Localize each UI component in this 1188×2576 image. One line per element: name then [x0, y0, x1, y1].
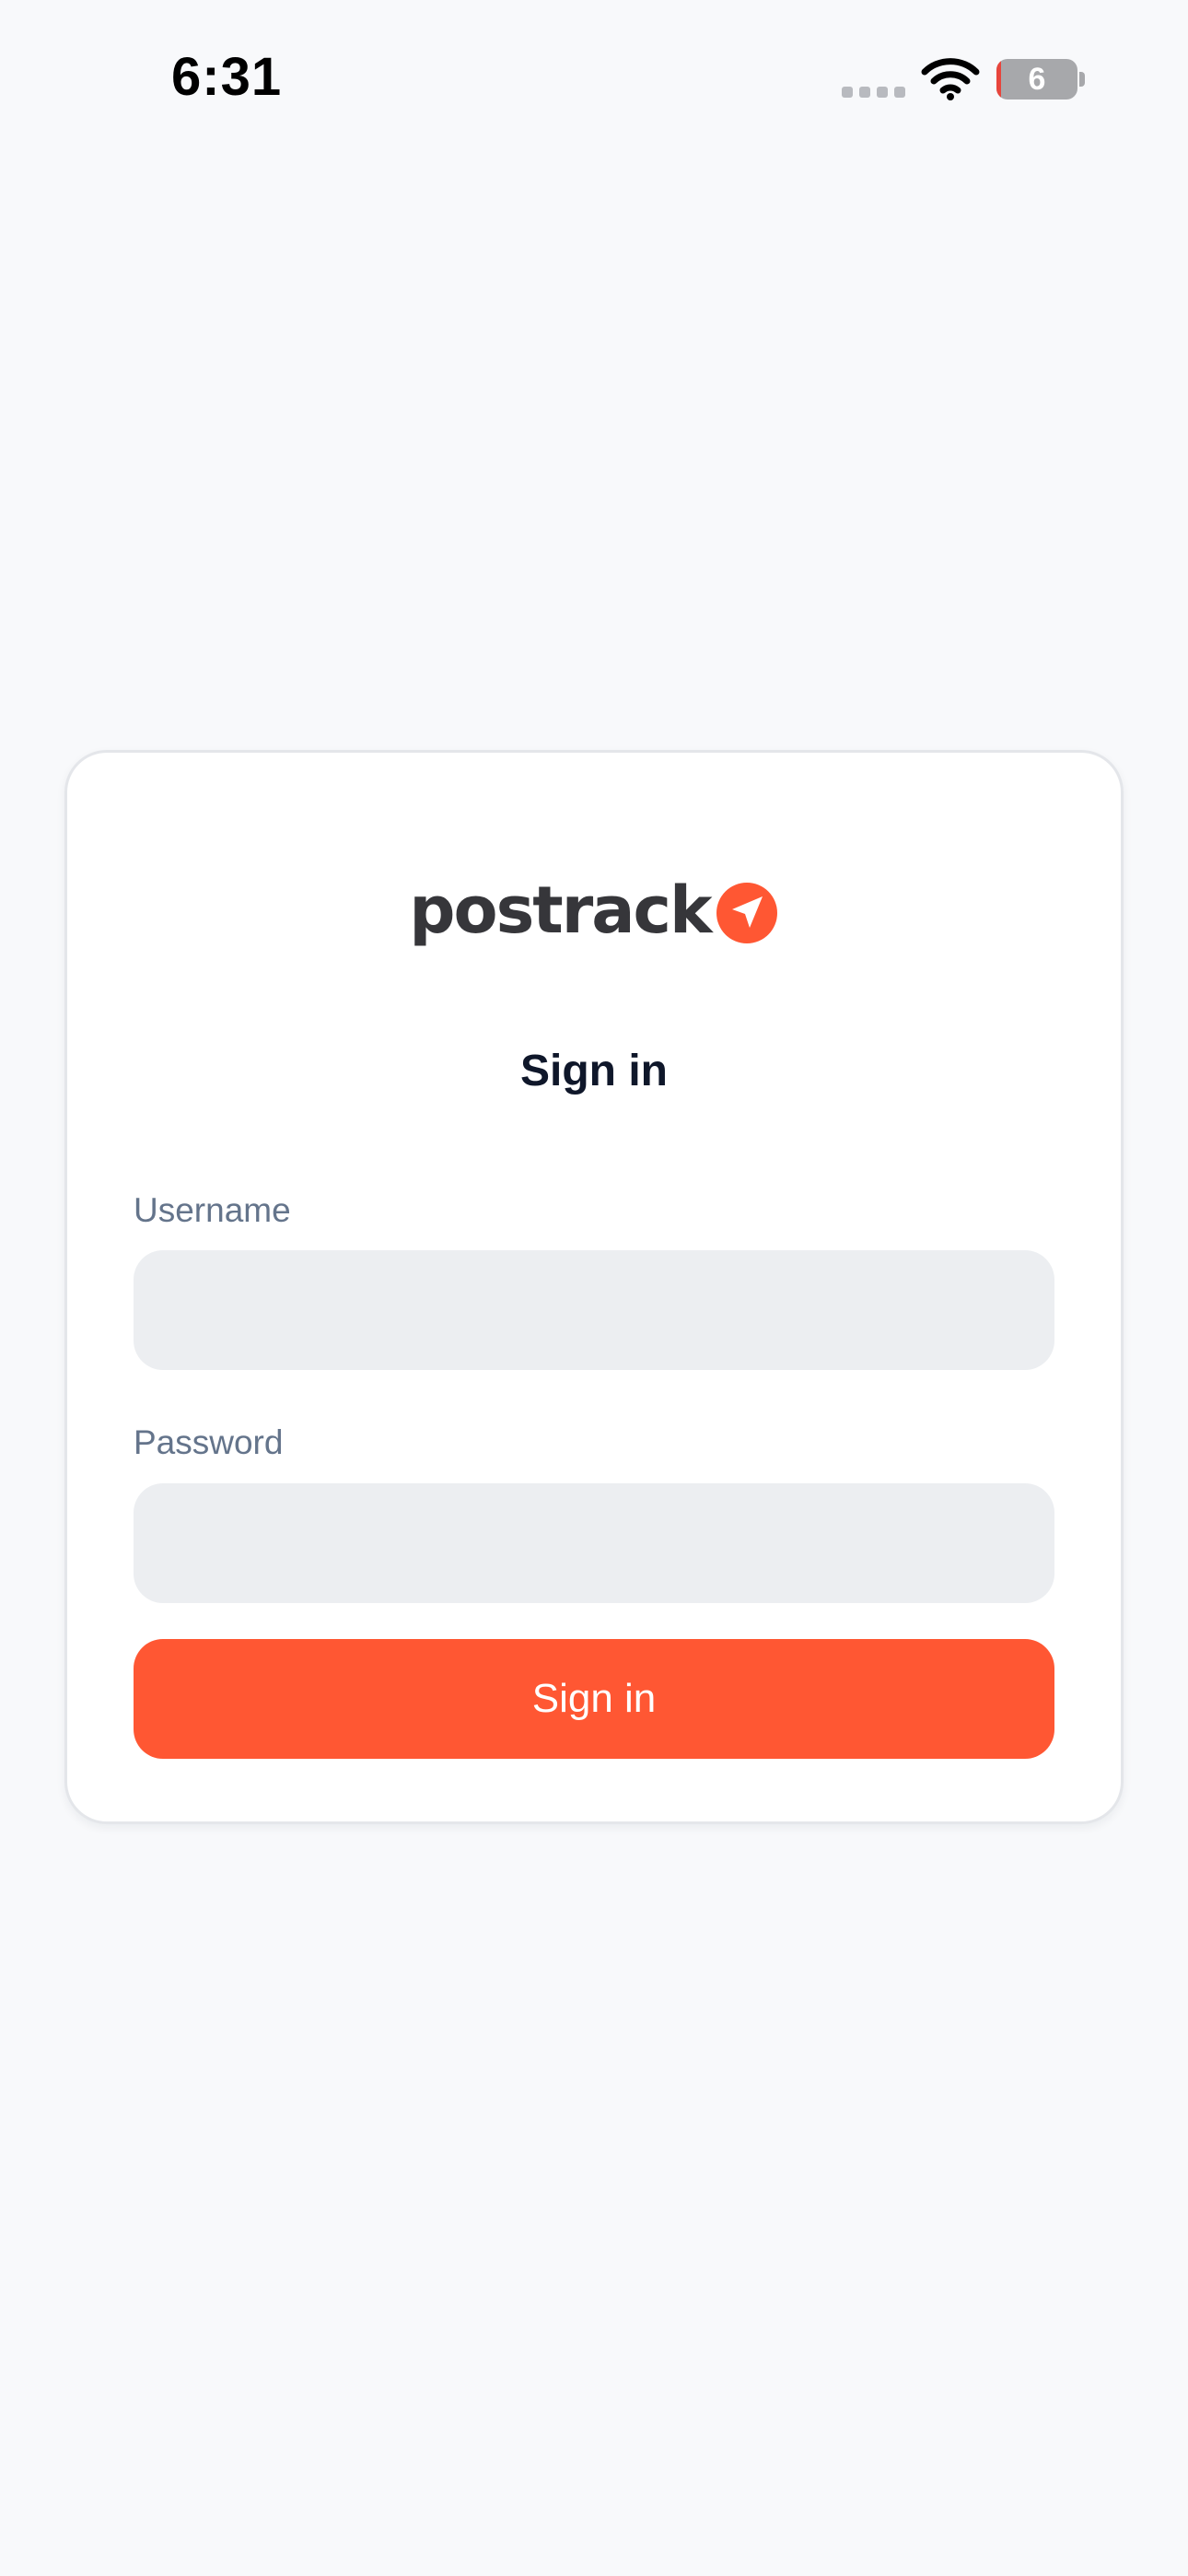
- sign-in-button[interactable]: Sign in: [134, 1639, 1054, 1759]
- username-field[interactable]: [134, 1250, 1054, 1370]
- password-field[interactable]: [134, 1483, 1054, 1603]
- username-label: Username: [134, 1191, 291, 1229]
- cellular-signal-icon: [842, 87, 905, 98]
- battery-icon: 6: [996, 59, 1077, 100]
- status-bar: 6:31 6: [0, 0, 1188, 157]
- wifi-icon: [921, 58, 980, 100]
- page-title: Sign in: [520, 1047, 668, 1095]
- brand-logo: postrack: [67, 869, 1121, 952]
- battery-tip: [1079, 72, 1085, 87]
- navigation-arrow-icon: [716, 883, 777, 943]
- battery-percent: 6: [1028, 62, 1046, 97]
- login-card: postrack Sign in Username Password Sign …: [64, 750, 1124, 1824]
- status-time: 6:31: [171, 47, 283, 107]
- logo-wordmark: postrack: [409, 872, 712, 948]
- password-label: Password: [134, 1423, 284, 1461]
